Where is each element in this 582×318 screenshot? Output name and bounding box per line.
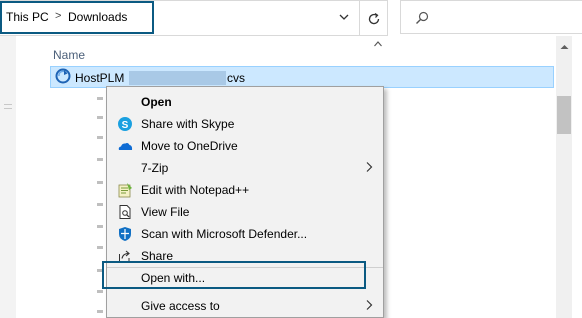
list-item[interactable]	[97, 246, 103, 249]
menu-item-label: Share with Skype	[141, 117, 235, 131]
onedrive-icon	[118, 143, 133, 150]
open-with-highlight-box	[102, 261, 366, 289]
search-icon	[416, 11, 429, 24]
list-item[interactable]	[97, 181, 103, 184]
refresh-icon	[368, 12, 380, 25]
nav-pane-divider	[4, 104, 12, 105]
menu-item-move-to-onedrive[interactable]: Move to OneDrive	[107, 135, 383, 157]
list-item[interactable]	[97, 158, 103, 161]
file-name-extension: cvs	[227, 71, 245, 85]
scrollbar-thumb[interactable]	[557, 96, 571, 134]
view-file-icon	[119, 205, 131, 219]
scroll-up-arrow-icon[interactable]	[560, 44, 569, 50]
list-item[interactable]	[97, 310, 103, 313]
breadcrumb-highlight-box	[0, 1, 154, 34]
navigation-pane-edge[interactable]	[0, 36, 16, 318]
menu-item-give-access-to[interactable]: Give access to	[107, 295, 383, 317]
menu-item-label: Move to OneDrive	[141, 139, 238, 153]
menu-item-scan-with-defender[interactable]: Scan with Microsoft Defender...	[107, 223, 383, 245]
chevron-down-icon[interactable]	[336, 9, 352, 25]
list-item[interactable]	[97, 225, 103, 228]
sort-ascending-icon	[374, 41, 382, 47]
menu-item-label: 7-Zip	[141, 161, 169, 175]
nav-pane-divider	[4, 108, 12, 109]
file-row-selected[interactable]	[50, 66, 554, 88]
file-name-redacted	[129, 71, 226, 85]
menu-item-label: Edit with Notepad++	[141, 183, 250, 197]
skype-icon: S	[118, 117, 132, 131]
menu-item-open[interactable]: Open	[107, 91, 383, 113]
notepadpp-icon	[118, 183, 132, 198]
svg-text:S: S	[122, 120, 129, 131]
list-item[interactable]	[97, 97, 103, 100]
menu-item-label: Give access to	[141, 299, 220, 313]
refresh-button[interactable]	[360, 0, 388, 36]
search-input[interactable]	[400, 0, 582, 34]
menu-item-label: Scan with Microsoft Defender...	[141, 227, 308, 241]
menu-item-view-file[interactable]: View File	[107, 201, 383, 223]
file-type-icon	[55, 68, 71, 84]
chevron-right-icon	[366, 300, 373, 310]
menu-item-edit-with-notepadpp[interactable]: Edit with Notepad++	[107, 179, 383, 201]
chevron-right-icon	[366, 162, 373, 172]
file-name: HostPLM	[75, 71, 125, 85]
list-item[interactable]	[97, 290, 103, 293]
list-item[interactable]	[97, 136, 103, 139]
defender-icon	[119, 227, 131, 241]
list-item[interactable]	[97, 203, 103, 206]
menu-item-7zip[interactable]: 7-Zip	[107, 157, 383, 179]
menu-item-label: View File	[141, 205, 190, 219]
vertical-scrollbar[interactable]	[556, 36, 572, 318]
list-item[interactable]	[97, 116, 103, 119]
column-header-name[interactable]: Name	[53, 48, 85, 62]
menu-item-share-with-skype[interactable]: S Share with Skype	[107, 113, 383, 135]
menu-item-label: Open	[141, 95, 172, 109]
